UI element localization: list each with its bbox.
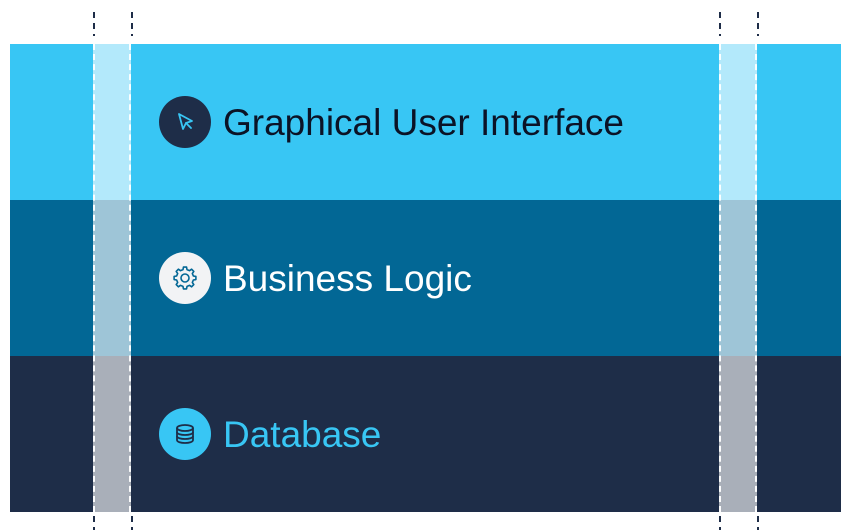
layer-label-business: Business Logic	[223, 257, 472, 299]
gear-icon	[173, 266, 197, 290]
business-badge	[159, 252, 211, 304]
cursor-arrow-icon	[178, 113, 193, 130]
database-icon	[176, 424, 194, 444]
vertical-band-right	[719, 44, 757, 512]
gear-outline	[173, 266, 197, 290]
layer-label-database: Database	[223, 413, 382, 455]
architecture-stack: Graphical User Interface Business Logic	[10, 44, 841, 512]
database-badge	[159, 408, 211, 460]
layer-label-gui: Graphical User Interface	[223, 101, 625, 143]
layer-database: Database	[10, 356, 841, 512]
vertical-band-left	[93, 44, 131, 512]
gui-badge	[159, 96, 211, 148]
layer-graphical-user-interface: Graphical User Interface	[10, 44, 841, 200]
layer-business-logic: Business Logic	[10, 200, 841, 356]
